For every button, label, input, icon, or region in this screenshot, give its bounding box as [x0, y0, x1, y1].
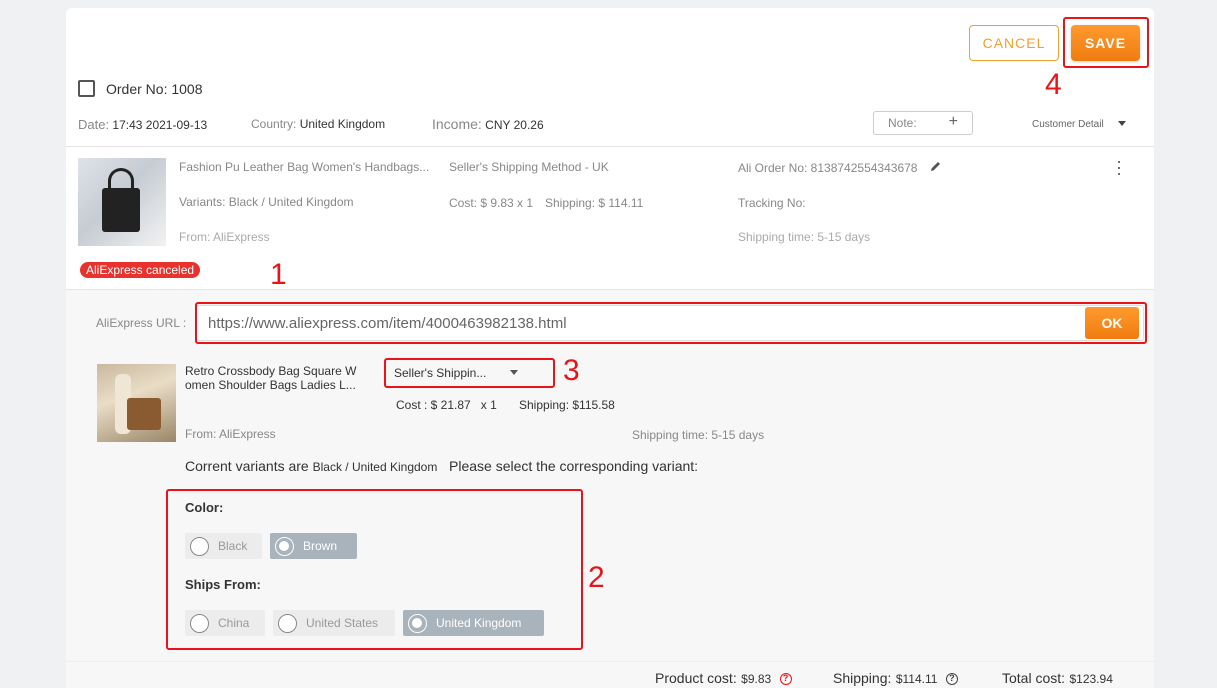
annotation-box-4	[1063, 17, 1149, 68]
country-label: Country:	[251, 117, 297, 131]
annotation-number-4: 4	[1045, 68, 1062, 101]
more-options-icon[interactable]: · · ·	[1116, 152, 1122, 182]
plus-icon: +	[948, 113, 958, 130]
customer-detail-toggle[interactable]: Customer Detail	[1032, 119, 1104, 130]
annotation-number-1: 1	[270, 258, 287, 291]
variant-hint-current: Black / United Kingdom	[312, 460, 438, 474]
item-cost: Cost: $ 9.83 x 1	[449, 196, 534, 210]
item-shipping-method: Seller's Shipping Method - UK	[449, 160, 609, 174]
order-checkbox[interactable]	[78, 80, 95, 97]
annotation-box-3	[384, 358, 555, 388]
product-cost-label: Product cost:	[655, 670, 737, 686]
product-cost-value: $9.83	[741, 672, 772, 686]
date-label: Date:	[78, 117, 110, 132]
new-qty: x 1	[480, 398, 497, 412]
income-label: Income:	[432, 116, 482, 132]
pencil-icon[interactable]	[929, 160, 942, 173]
new-product-source: From: AliExpress	[185, 427, 276, 441]
income-value: CNY 20.26	[485, 118, 544, 132]
total-cost-label: Total cost:	[1002, 670, 1066, 686]
variant-hint: Corrent variants are Black / United King…	[185, 458, 698, 474]
cancel-button[interactable]: CANCEL	[969, 25, 1059, 61]
annotation-box-2	[166, 489, 583, 650]
total-cost-value: $123.94	[1069, 672, 1113, 686]
help-icon[interactable]: ?	[779, 672, 792, 685]
chevron-down-icon	[1118, 121, 1126, 126]
divider	[66, 289, 1154, 290]
item-name[interactable]: Fashion Pu Leather Bag Women's Handbags.…	[179, 160, 429, 174]
variant-hint-prefix: Corrent variants are	[185, 458, 309, 474]
note-button[interactable]: Note: +	[873, 111, 973, 135]
footer-shipping: Shipping: $114.11 ?	[833, 670, 958, 688]
order-income: Income: CNY 20.26	[432, 116, 544, 132]
item-source: From: AliExpress	[179, 230, 270, 244]
footer-product-cost: Product cost: $9.83 ?	[655, 670, 792, 688]
annotation-box-1	[195, 302, 1147, 344]
item-shipping: Shipping: $ 114.11	[545, 196, 644, 210]
tracking-number: Tracking No:	[738, 196, 806, 210]
url-label: AliExpress URL :	[96, 316, 187, 330]
divider	[66, 661, 1154, 662]
variant-hint-suffix: Please select the corresponding variant:	[449, 458, 699, 474]
note-label: Note:	[888, 116, 917, 130]
product-thumbnail	[78, 158, 166, 246]
help-icon[interactable]: ?	[945, 672, 958, 685]
order-number: Order No: 1008	[106, 81, 203, 97]
order-date: Date: 17:43 2021-09-13	[78, 117, 207, 132]
new-product-name[interactable]: Retro Crossbody Bag Square W omen Should…	[185, 364, 356, 392]
order-country: Country: United Kingdom	[251, 117, 385, 131]
annotation-number-3: 3	[563, 354, 580, 387]
new-cost-value: Cost : $ 21.87	[396, 398, 471, 412]
new-product-cost: Cost : $ 21.87 x 1	[396, 398, 497, 412]
shipping-label: Shipping:	[833, 670, 892, 686]
new-product-thumbnail	[97, 364, 176, 442]
divider	[66, 146, 1154, 147]
date-value: 17:43 2021-09-13	[112, 118, 208, 132]
new-shipping-time: Shipping time: 5-15 days	[632, 428, 765, 442]
new-product-name-line2: omen Shoulder Bags Ladies L...	[185, 378, 356, 392]
ali-order-number: Ali Order No: 8138742554343678	[738, 161, 918, 175]
item-shipping-time: Shipping time: 5-15 days	[738, 230, 871, 244]
new-product-shipping: Shipping: $115.58	[519, 398, 615, 412]
status-badge: AliExpress canceled	[80, 262, 201, 278]
annotation-number-2: 2	[588, 561, 605, 594]
new-product-name-line1: Retro Crossbody Bag Square W	[185, 364, 357, 378]
footer-total-cost: Total cost: $123.94	[1002, 670, 1113, 688]
shipping-value: $114.11	[895, 672, 938, 686]
item-variants: Variants: Black / United Kingdom	[179, 195, 354, 209]
country-value: United Kingdom	[299, 117, 386, 131]
